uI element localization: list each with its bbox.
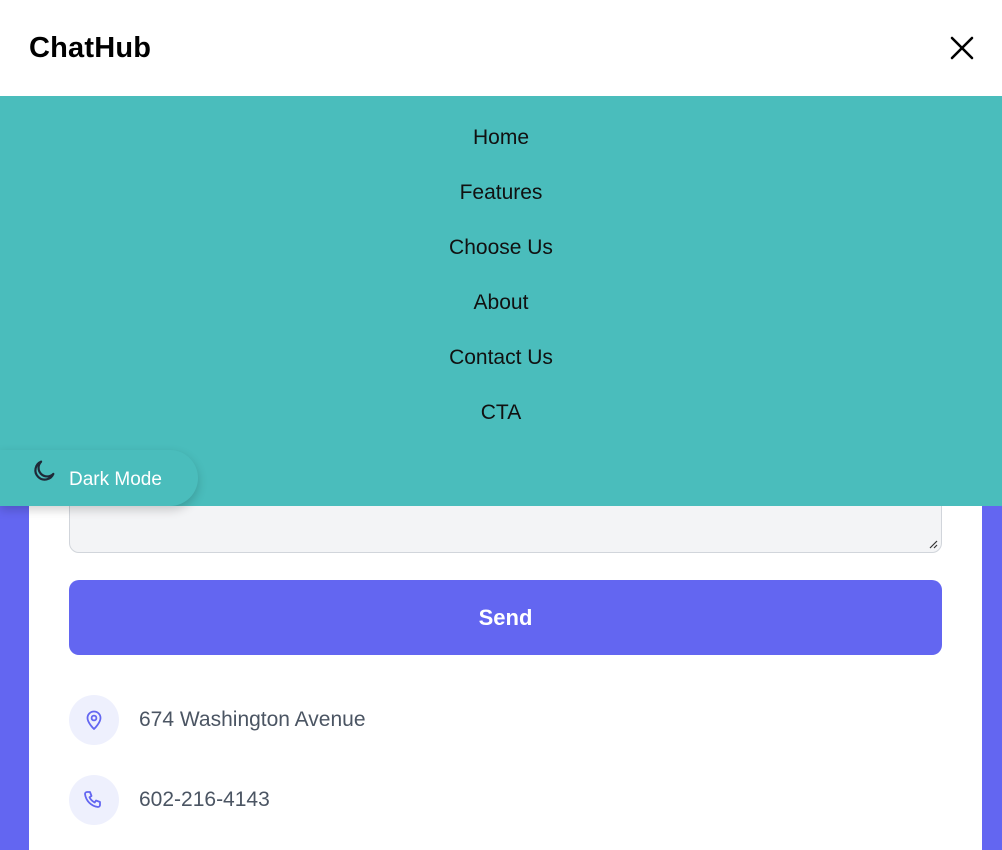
dark-mode-toggle[interactable]: Dark Mode	[0, 450, 198, 506]
moon-icon	[34, 460, 55, 481]
map-pin-icon	[86, 710, 102, 730]
phone-icon	[84, 791, 101, 808]
address-icon-badge	[69, 695, 119, 745]
menu-item-cta[interactable]: CTA	[481, 385, 521, 440]
address-text: 674 Washington Avenue	[139, 708, 366, 731]
menu-item-choose-us[interactable]: Choose Us	[449, 220, 553, 275]
phone-icon-badge	[69, 775, 119, 825]
menu-item-features[interactable]: Features	[460, 165, 543, 220]
phone-text: 602-216-4143	[139, 788, 270, 811]
menu-item-contact-us[interactable]: Contact Us	[449, 330, 553, 385]
menu-item-about[interactable]: About	[474, 275, 529, 330]
brand-logo[interactable]: ChatHub	[29, 32, 151, 65]
resize-grip-icon[interactable]	[928, 539, 938, 549]
send-button[interactable]: Send	[69, 580, 942, 655]
close-menu-button[interactable]	[944, 30, 980, 66]
menu-item-home[interactable]: Home	[473, 110, 529, 165]
top-header: ChatHub	[0, 0, 1002, 96]
close-icon	[950, 36, 974, 60]
dark-mode-label: Dark Mode	[69, 469, 162, 490]
address-row: 674 Washington Avenue	[69, 695, 366, 745]
mobile-menu: Home Features Choose Us About Contact Us…	[0, 96, 1002, 506]
phone-row: 602-216-4143	[69, 775, 270, 825]
menu-list: Home Features Choose Us About Contact Us…	[0, 96, 1002, 440]
